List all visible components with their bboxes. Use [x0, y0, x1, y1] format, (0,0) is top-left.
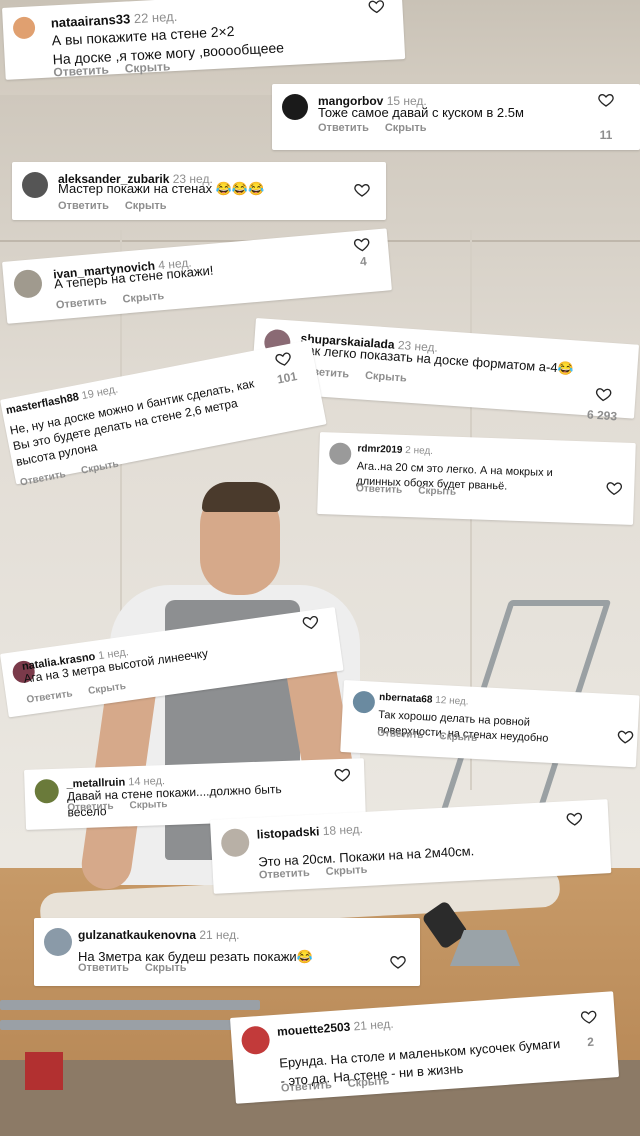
comment-time: 21 нед. — [199, 928, 240, 942]
reply-button[interactable]: Ответить — [281, 1079, 333, 1095]
heart-icon[interactable] — [274, 350, 293, 369]
comment-text: Тоже самое давай с куском в 2.5м — [318, 105, 524, 120]
comment-time: 12 нед. — [434, 694, 469, 708]
avatar[interactable] — [22, 172, 48, 198]
reply-button[interactable]: Ответить — [53, 63, 109, 80]
hide-button[interactable]: Скрыть — [88, 681, 127, 697]
comment-time: 2 нед. — [405, 444, 434, 457]
heart-icon[interactable] — [598, 92, 614, 108]
reply-button[interactable]: Ответить — [26, 688, 73, 705]
reply-button[interactable]: Ответить — [55, 295, 107, 311]
hide-button[interactable]: Скрыть — [145, 962, 187, 974]
comment-text: Мастер покажи на стенах 😂😂😂 — [58, 181, 265, 196]
metal-ruler — [0, 1000, 260, 1010]
hide-button[interactable]: Скрыть — [129, 799, 167, 811]
comment-author[interactable]: gulzanatkaukenovna 21 нед. — [78, 928, 239, 942]
hide-button[interactable]: Скрыть — [122, 290, 165, 306]
heart-icon[interactable] — [368, 0, 385, 15]
hide-button[interactable]: Скрыть — [385, 122, 427, 134]
avatar[interactable] — [220, 827, 250, 858]
comment-author[interactable]: mouette2503 21 нед. — [277, 1017, 394, 1039]
comment-actions: Ответить Скрыть — [78, 962, 203, 974]
comment-author[interactable]: rdmr2019 2 нед. — [357, 443, 433, 457]
hide-button[interactable]: Скрыть — [125, 200, 167, 212]
comment-card: rdmr2019 2 нед. Ага..на 20 см это легко. … — [317, 432, 636, 525]
heart-icon[interactable] — [354, 182, 370, 198]
avatar[interactable] — [240, 1025, 271, 1056]
comment-time: 18 нед. — [322, 822, 364, 839]
comment-username[interactable]: nbernata68 — [379, 692, 433, 706]
comment-card: nbernata68 12 нед. Так хорошо делать на р… — [340, 680, 640, 768]
like-count: 4 — [359, 254, 368, 269]
heart-icon[interactable] — [595, 386, 612, 403]
avatar[interactable] — [44, 928, 72, 956]
hide-button[interactable]: Скрыть — [365, 370, 407, 385]
person-hair — [202, 482, 280, 512]
comment-username[interactable]: mouette2503 — [277, 1020, 351, 1039]
reply-button[interactable]: Ответить — [259, 867, 310, 882]
like-count: 2 — [586, 1034, 595, 1050]
comment-text: А теперь на стене покажи! — [53, 262, 214, 292]
like-count: 101 — [275, 369, 299, 387]
avatar[interactable] — [328, 442, 352, 466]
avatar[interactable] — [34, 778, 60, 804]
comment-author[interactable]: nbernata68 12 нед. — [379, 692, 469, 708]
reply-button[interactable]: Ответить — [58, 200, 109, 212]
heart-icon[interactable] — [390, 954, 406, 970]
comment-author[interactable]: listopadski 18 нед. — [256, 822, 363, 842]
hide-button[interactable]: Скрыть — [325, 864, 367, 878]
heart-icon[interactable] — [353, 236, 370, 253]
heart-icon[interactable] — [606, 480, 623, 497]
hide-button[interactable]: Скрыть — [418, 485, 456, 497]
hide-button[interactable]: Скрыть — [124, 59, 170, 75]
comment-username[interactable]: gulzanatkaukenovna — [78, 928, 196, 942]
comment-card: mangorbov 15 нед. Тоже самое давай с куск… — [272, 84, 640, 150]
avatar[interactable] — [12, 268, 44, 299]
reply-button[interactable]: Ответить — [356, 483, 403, 496]
comment-username[interactable]: rdmr2019 — [357, 443, 402, 456]
reply-button[interactable]: Ответить — [318, 122, 369, 134]
comment-actions: Ответить Скрыть — [58, 200, 183, 212]
heart-icon[interactable] — [302, 613, 320, 631]
heart-icon[interactable] — [617, 728, 634, 745]
like-count: 11 — [599, 128, 613, 142]
comment-time: 21 нед. — [353, 1016, 395, 1034]
like-count: 6 293 — [586, 407, 618, 424]
heart-icon[interactable] — [334, 767, 351, 784]
hide-button[interactable]: Скрыть — [439, 731, 477, 744]
avatar[interactable] — [352, 690, 376, 714]
comment-card: aleksander_zubarik 23 нед. Мастер покажи … — [12, 162, 386, 220]
reply-button[interactable]: Ответить — [377, 728, 424, 741]
metal-ruler — [0, 1020, 245, 1030]
comment-actions: Ответить Скрыть — [55, 289, 180, 311]
avatar[interactable] — [282, 94, 308, 120]
red-clamp — [25, 1052, 63, 1090]
heart-icon[interactable] — [580, 1008, 597, 1025]
comment-actions: Ответить Скрыть — [318, 122, 443, 134]
comment-username[interactable]: listopadski — [256, 824, 319, 841]
comment-time: 19 нед. — [80, 383, 120, 403]
reply-button[interactable]: Ответить — [78, 962, 129, 974]
avatar[interactable] — [12, 16, 36, 40]
comment-time: 22 нед. — [133, 8, 178, 27]
reply-button[interactable]: Ответить — [67, 801, 114, 814]
comment-card: gulzanatkaukenovna 21 нед. На 3метра как … — [34, 918, 420, 986]
heart-icon[interactable] — [566, 811, 583, 828]
hide-button[interactable]: Скрыть — [347, 1075, 389, 1090]
